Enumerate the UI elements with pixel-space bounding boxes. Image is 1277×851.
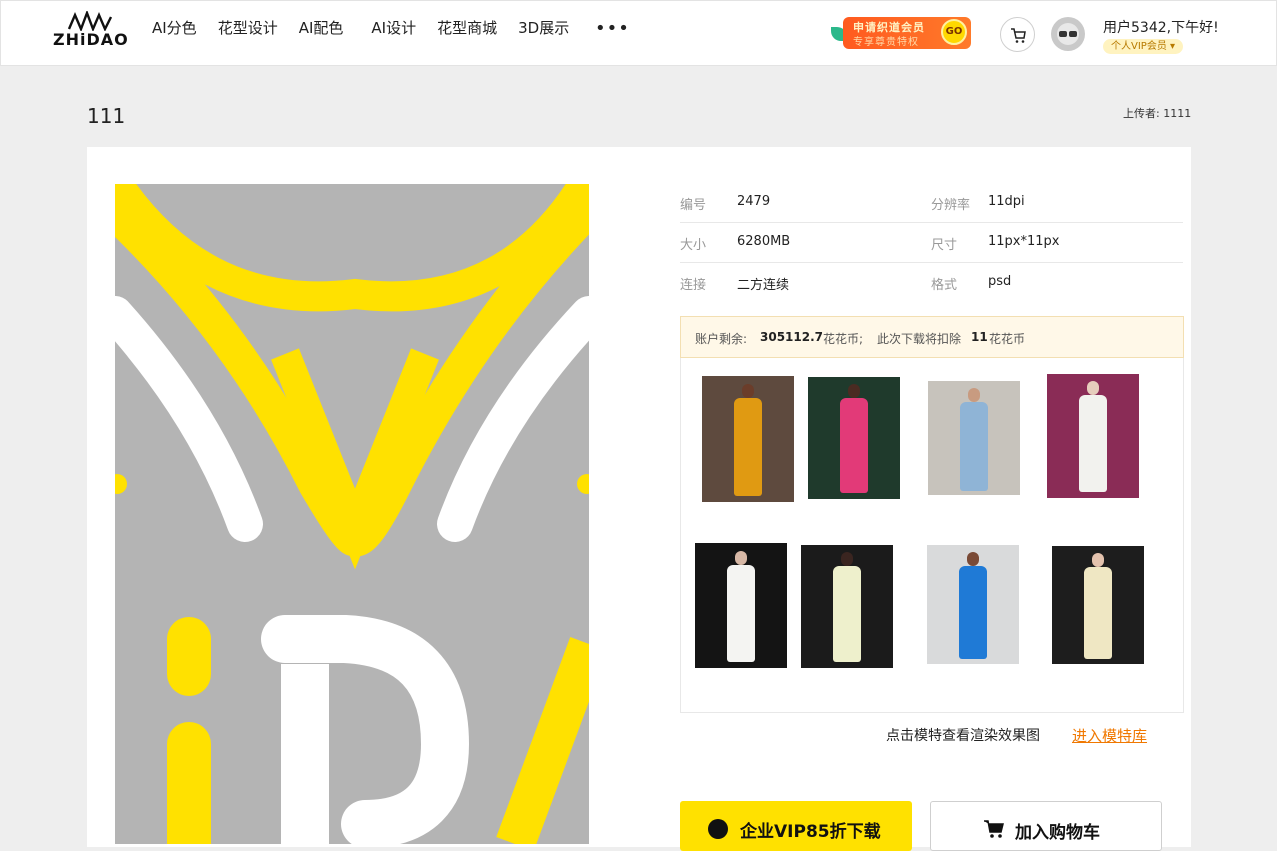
uploader-label: 上传者: 1111 [1123, 107, 1192, 120]
balance-unit: 花花币; [823, 332, 864, 346]
info-value-format: psd [988, 274, 1012, 289]
cart-button[interactable] [1000, 17, 1035, 52]
model-thumbnail[interactable] [695, 543, 787, 668]
info-label-resolution: 分辨率 [931, 198, 971, 213]
info-value-dimensions: 11px*11px [988, 234, 1060, 249]
info-value-resolution: 11dpi [988, 194, 1025, 209]
user-greeting[interactable]: 用户5342,下午好! [1103, 17, 1219, 37]
pattern-info-table: 编号 2479 分辨率 11dpi 大小 6280MB 尺寸 11px*11px… [680, 183, 1183, 303]
nav-ai-design[interactable]: AI设计 [371, 18, 416, 38]
info-label-dimensions: 尺寸 [931, 238, 958, 253]
info-label-format: 格式 [931, 278, 958, 293]
info-value-id: 2479 [737, 194, 771, 209]
cart-icon [1011, 28, 1026, 43]
download-icon [708, 819, 728, 839]
model-gallery [680, 358, 1184, 713]
top-header: ZHiDAO AI分色 花型设计 AI配色 AI设计 花型商城 3D展示 •••… [0, 0, 1277, 66]
model-thumbnail[interactable] [928, 381, 1020, 495]
promo-go-button[interactable]: GO [941, 19, 967, 45]
info-label-id: 编号 [680, 198, 707, 213]
logo-text: ZHiDAO [53, 30, 129, 49]
cart-icon [984, 820, 1004, 838]
deduct-value: 11 [971, 330, 988, 344]
model-thumbnail[interactable] [702, 376, 794, 502]
info-label-size: 大小 [680, 238, 707, 253]
info-label-repeat: 连接 [680, 278, 707, 293]
promo-subtitle: 专享尊贵特权 [853, 37, 919, 48]
nav-pattern-mall[interactable]: 花型商城 [437, 18, 497, 38]
more-menu-icon[interactable]: ••• [595, 20, 630, 38]
vip-promo-banner[interactable]: 申请织道会员 专享尊贵特权 GO [831, 15, 983, 53]
deduct-unit: 花花币 [989, 332, 1026, 346]
model-thumbnail[interactable] [927, 545, 1019, 664]
nav-ai-color-separation[interactable]: AI分色 [152, 18, 197, 38]
pattern-preview-image [115, 184, 589, 844]
logo[interactable]: ZHiDAO [53, 11, 129, 49]
model-thumbnail[interactable] [1047, 374, 1139, 498]
vip-level-badge[interactable]: 个人VIP会员 ▾ [1103, 39, 1184, 54]
logo-mark-icon [67, 11, 113, 31]
deduct-label: 此次下载将扣除 [877, 332, 962, 346]
model-thumbnail[interactable] [1052, 546, 1144, 664]
model-thumbnail[interactable] [801, 545, 893, 668]
balance-label: 账户剩余: [695, 332, 748, 346]
model-thumbnail[interactable] [808, 377, 900, 499]
model-hint-text: 点击模特查看渲染效果图 [886, 728, 1040, 744]
add-to-cart-label: 加入购物车 [1015, 823, 1100, 843]
info-value-repeat: 二方连续 [737, 278, 790, 293]
pattern-detail-card: 编号 2479 分辨率 11dpi 大小 6280MB 尺寸 11px*11px… [87, 147, 1191, 851]
nav-3d-display[interactable]: 3D展示 [518, 18, 569, 38]
add-to-cart-button[interactable]: 加入购物车 [930, 801, 1162, 851]
account-balance-bar: 账户剩余: 305112.7 花花币; 此次下载将扣除 11 花花币 [680, 316, 1184, 358]
balance-value: 305112.7 [760, 330, 824, 344]
info-row: 连接 二方连续 格式 psd [680, 263, 1183, 303]
nav-ai-color-matching[interactable]: AI配色 [299, 18, 344, 38]
model-library-link[interactable]: 进入模特库 [1072, 725, 1147, 746]
main-nav: AI分色 花型设计 AI配色 AI设计 花型商城 3D展示 [152, 18, 590, 38]
avatar[interactable] [1051, 17, 1085, 51]
info-value-size: 6280MB [737, 234, 791, 249]
page-title: 111 [87, 104, 126, 128]
nav-pattern-design[interactable]: 花型设计 [218, 18, 278, 38]
info-row: 大小 6280MB 尺寸 11px*11px [680, 223, 1183, 263]
download-button[interactable]: 企业VIP85折下载 [680, 801, 912, 851]
info-row: 编号 2479 分辨率 11dpi [680, 183, 1183, 223]
download-button-label: 企业VIP85折下载 [740, 822, 881, 842]
